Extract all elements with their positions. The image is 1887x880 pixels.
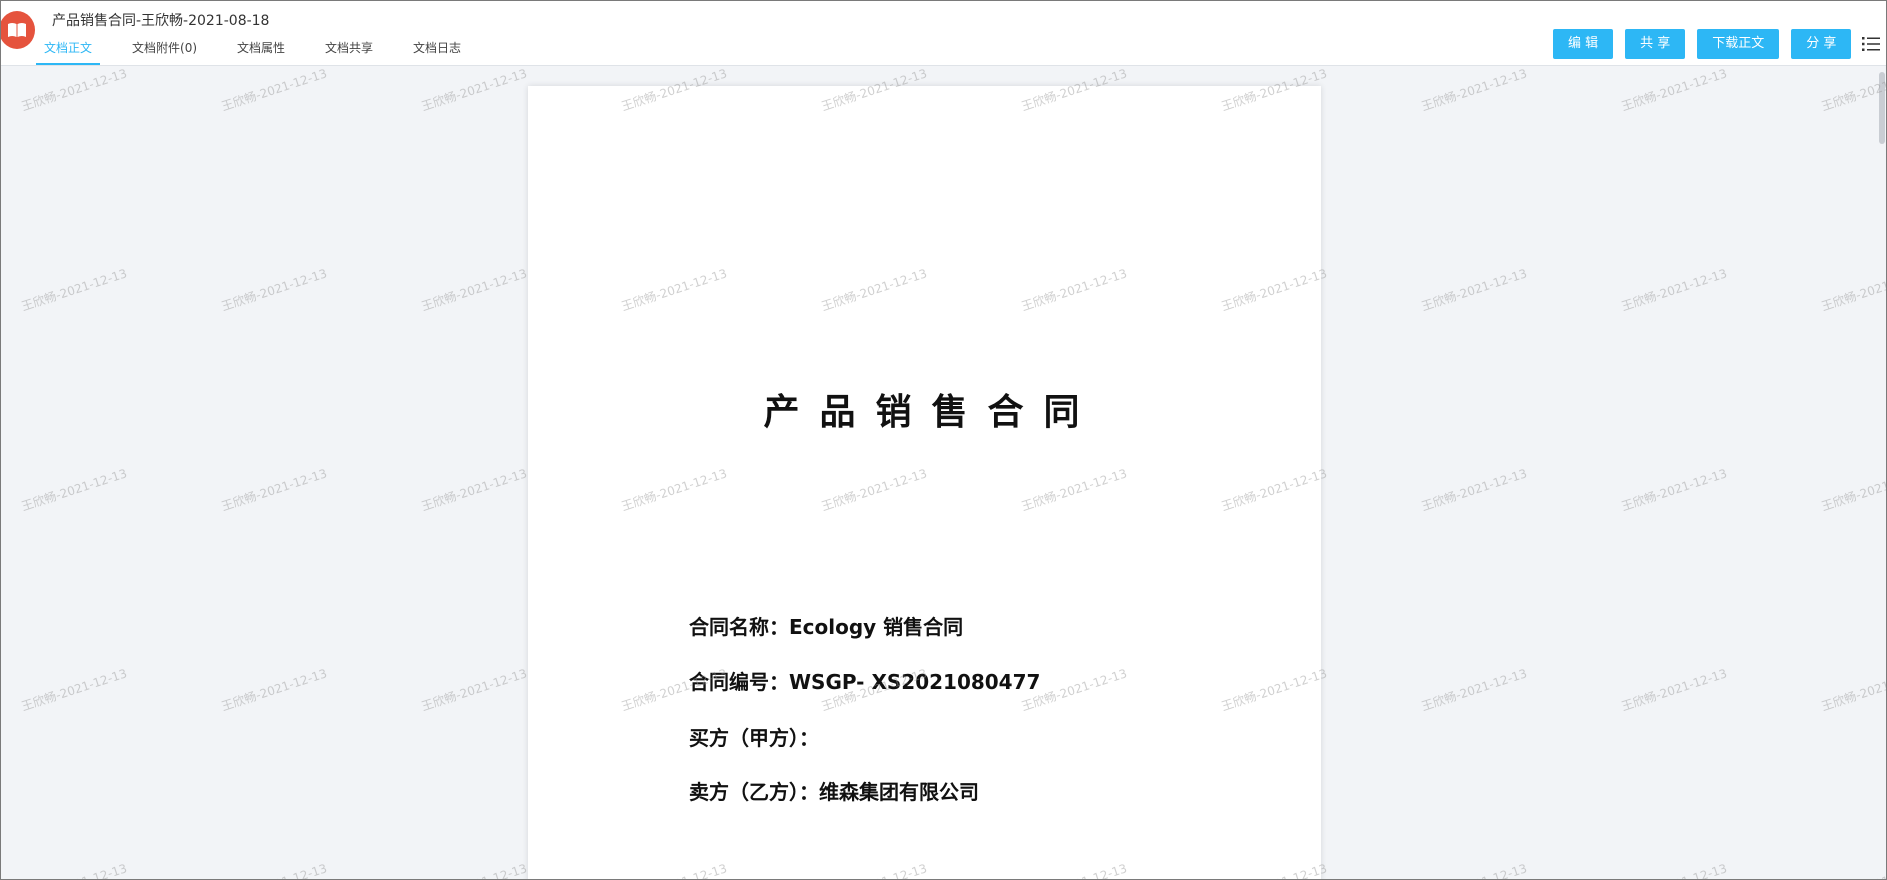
list-menu-icon[interactable] bbox=[1862, 36, 1880, 52]
page-title: 产品销售合同-王欣畅-2021-08-18 bbox=[52, 13, 270, 29]
tab-properties[interactable]: 文档属性 bbox=[237, 39, 285, 65]
contract-name-field: 合同名称：Ecology 销售合同 bbox=[689, 615, 964, 639]
action-buttons: 编 辑 共 享 下载正文 分 享 bbox=[1553, 29, 1863, 59]
buyer-field: 买方（甲方）： bbox=[689, 726, 819, 750]
download-body-button[interactable]: 下载正文 bbox=[1697, 29, 1780, 59]
document-page: 产品销售合同 合同名称：Ecology 销售合同 合同编号：WSGP- XS20… bbox=[528, 86, 1321, 879]
document-viewer[interactable]: 产品销售合同 合同名称：Ecology 销售合同 合同编号：WSGP- XS20… bbox=[1, 66, 1886, 879]
app-window: 产品销售合同-王欣畅-2021-08-18 文档正文 文档附件(0) 文档属性 … bbox=[0, 0, 1887, 880]
tab-body[interactable]: 文档正文 bbox=[35, 39, 101, 65]
tab-log[interactable]: 文档日志 bbox=[413, 39, 461, 65]
tab-sharing[interactable]: 文档共享 bbox=[325, 39, 373, 65]
vertical-scrollbar[interactable] bbox=[1878, 66, 1886, 879]
contract-number-field: 合同编号：WSGP- XS2021080477 bbox=[689, 670, 1041, 694]
tab-attachments[interactable]: 文档附件(0) bbox=[132, 39, 197, 65]
header-bar: 产品销售合同-王欣畅-2021-08-18 文档正文 文档附件(0) 文档属性 … bbox=[1, 1, 1886, 66]
book-icon bbox=[1, 11, 35, 49]
edit-button[interactable]: 编 辑 bbox=[1553, 29, 1614, 59]
seller-field: 卖方（乙方）：维森集团有限公司 bbox=[689, 780, 979, 804]
share-button[interactable]: 共 享 bbox=[1625, 29, 1686, 59]
forward-share-button[interactable]: 分 享 bbox=[1791, 29, 1852, 59]
document-title: 产品销售合同 bbox=[763, 392, 1100, 433]
scrollbar-thumb[interactable] bbox=[1879, 72, 1885, 144]
tab-bar: 文档正文 文档附件(0) 文档属性 文档共享 文档日志 bbox=[35, 39, 501, 65]
